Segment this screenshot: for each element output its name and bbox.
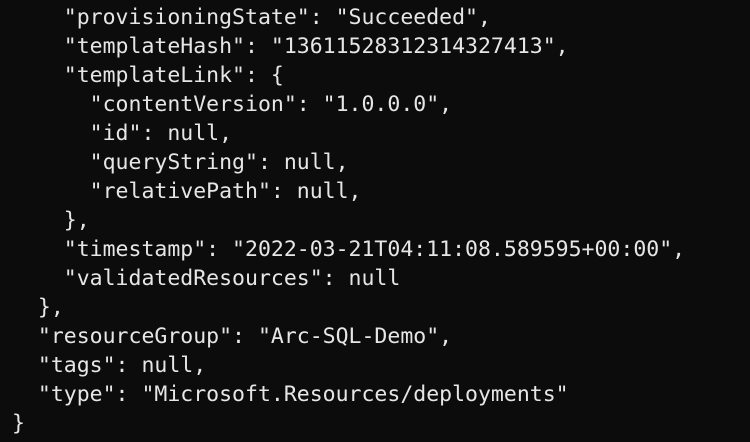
- output-line: "templateLink": {: [12, 63, 284, 88]
- output-line: "templateHash": "13611528312314327413",: [12, 34, 569, 59]
- output-line: "queryString": null,: [12, 150, 349, 175]
- output-line: }: [12, 411, 25, 436]
- output-line: "contentVersion": "1.0.0.0",: [12, 92, 453, 117]
- output-line: "resourceGroup": "Arc-SQL-Demo",: [12, 324, 453, 349]
- output-line: "timestamp": "2022-03-21T04:11:08.589595…: [12, 237, 686, 262]
- output-line: },: [12, 208, 90, 233]
- output-line: "id": null,: [12, 121, 233, 146]
- output-line: "type": "Microsoft.Resources/deployments…: [12, 382, 569, 407]
- terminal-window[interactable]: "provisioningState": "Succeeded", "templ…: [0, 0, 750, 442]
- output-line: "tags": null,: [12, 353, 207, 378]
- json-output: "provisioningState": "Succeeded", "templ…: [12, 3, 685, 438]
- output-line: "relativePath": null,: [12, 179, 362, 204]
- output-line: "provisioningState": "Succeeded",: [12, 5, 491, 30]
- output-line: "validatedResources": null: [12, 266, 401, 291]
- output-line: },: [12, 295, 64, 320]
